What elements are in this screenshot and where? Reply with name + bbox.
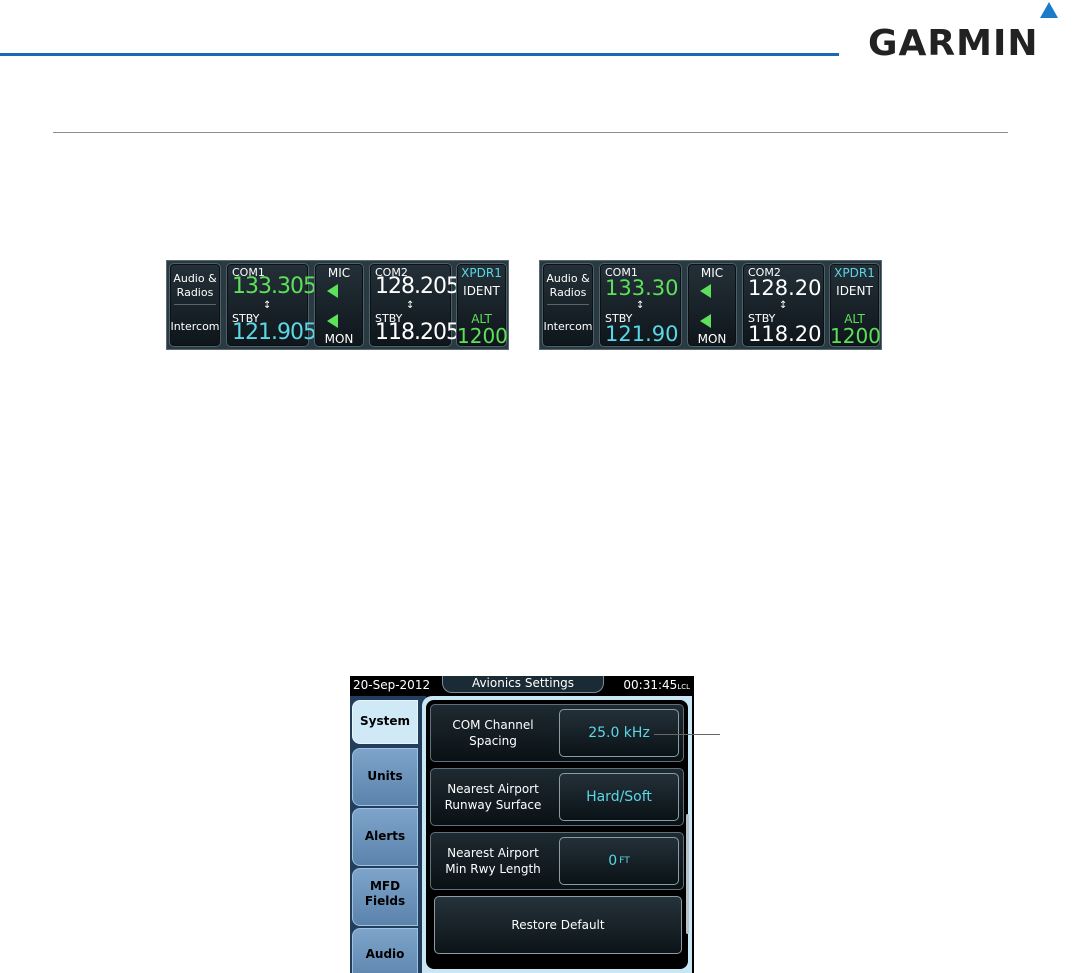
com1-standby-freq: 121.905 [232,320,317,345]
tab-units[interactable]: Units [352,748,418,806]
mic-mon-button[interactable]: MIC MON [314,263,364,347]
swap-arrow-icon: ↕ [406,300,415,311]
tab-audio[interactable]: Audio [352,928,418,973]
com1-button[interactable]: COM1 133.305 ↕ STBY 121.905 [226,263,317,347]
radio-strip-25: Audio & Radios Intercom COM1 133.30 ↕ ST… [539,260,882,350]
com-spacing-button[interactable]: 25.0 kHz [559,709,679,757]
mon-speaker-icon [327,314,338,328]
section-rule [53,132,1008,133]
xpdr-button[interactable]: XPDR1 IDENT ALT 1200 [456,263,508,348]
mon-speaker-icon [700,314,711,328]
screen-title: Avionics Settings [442,676,604,693]
tab-system[interactable]: System [352,700,418,744]
settings-panel: COM Channel Spacing 25.0 kHz Nearest Airp… [422,696,692,973]
audio-radios-button[interactable]: Audio & Radios Intercom [542,263,594,347]
swap-arrow-icon: ↕ [263,300,272,311]
com-spacing-row: COM Channel Spacing 25.0 kHz [430,704,684,762]
com-spacing-label: COM Channel Spacing [452,718,534,748]
intercom-label: Intercom [170,320,220,333]
runway-surface-label: Nearest Airport Runway Surface [444,782,542,812]
logo-delta-icon [1040,2,1058,18]
com2-active-freq: 128.20 [748,276,822,300]
avionics-settings-screen: 20-Sep-2012 Avionics Settings 00:31:45LC… [350,676,694,973]
status-bar: 20-Sep-2012 Avionics Settings 00:31:45LC… [350,676,694,696]
mic-speaker-icon [327,284,338,298]
callout-line [654,734,720,735]
restore-default-button[interactable]: Restore Default [434,896,682,954]
tab-mfd-fields[interactable]: MFD Fields [352,868,418,926]
com2-active-freq: 128.205 [375,274,460,299]
runway-surface-row: Nearest Airport Runway Surface Hard/Soft [430,768,684,826]
com2-standby-freq: 118.20 [748,322,822,346]
mic-speaker-icon [700,284,711,298]
intercom-label: Intercom [543,320,593,333]
com2-button[interactable]: COM2 128.205 ↕ STBY 118.205 [369,263,460,347]
mic-mon-button[interactable]: MIC MON [687,263,737,347]
xpdr-button[interactable]: XPDR1 IDENT ALT 1200 [829,263,881,348]
header-rule [0,53,839,56]
com1-standby-freq: 121.90 [605,322,679,346]
swap-arrow-icon: ↕ [636,300,645,311]
com2-standby-freq: 118.205 [375,320,460,345]
min-runway-label: Nearest Airport Min Rwy Length [445,846,541,876]
com1-active-freq: 133.30 [605,276,679,300]
com1-button[interactable]: COM1 133.30 ↕ STBY 121.90 [599,263,682,347]
time-readout: 00:31:45LCL [623,678,690,692]
garmin-logo: GARMIN [868,2,1073,64]
logo-text: GARMIN [868,23,1039,64]
min-runway-row: Nearest Airport Min Rwy Length 0 FT [430,832,684,890]
runway-surface-button[interactable]: Hard/Soft [559,773,679,821]
com1-active-freq: 133.305 [232,274,317,299]
tab-alerts[interactable]: Alerts [352,808,418,866]
radio-strip-8-33: Audio & Radios Intercom COM1 133.305 ↕ S… [166,260,509,350]
min-runway-button[interactable]: 0 FT [559,837,679,885]
audio-radios-button[interactable]: Audio & Radios Intercom [169,263,221,347]
swap-arrow-icon: ↕ [779,300,788,311]
com2-button[interactable]: COM2 128.20 ↕ STBY 118.20 [742,263,825,347]
date-readout: 20-Sep-2012 [353,678,431,692]
scrollbar[interactable] [686,814,689,934]
